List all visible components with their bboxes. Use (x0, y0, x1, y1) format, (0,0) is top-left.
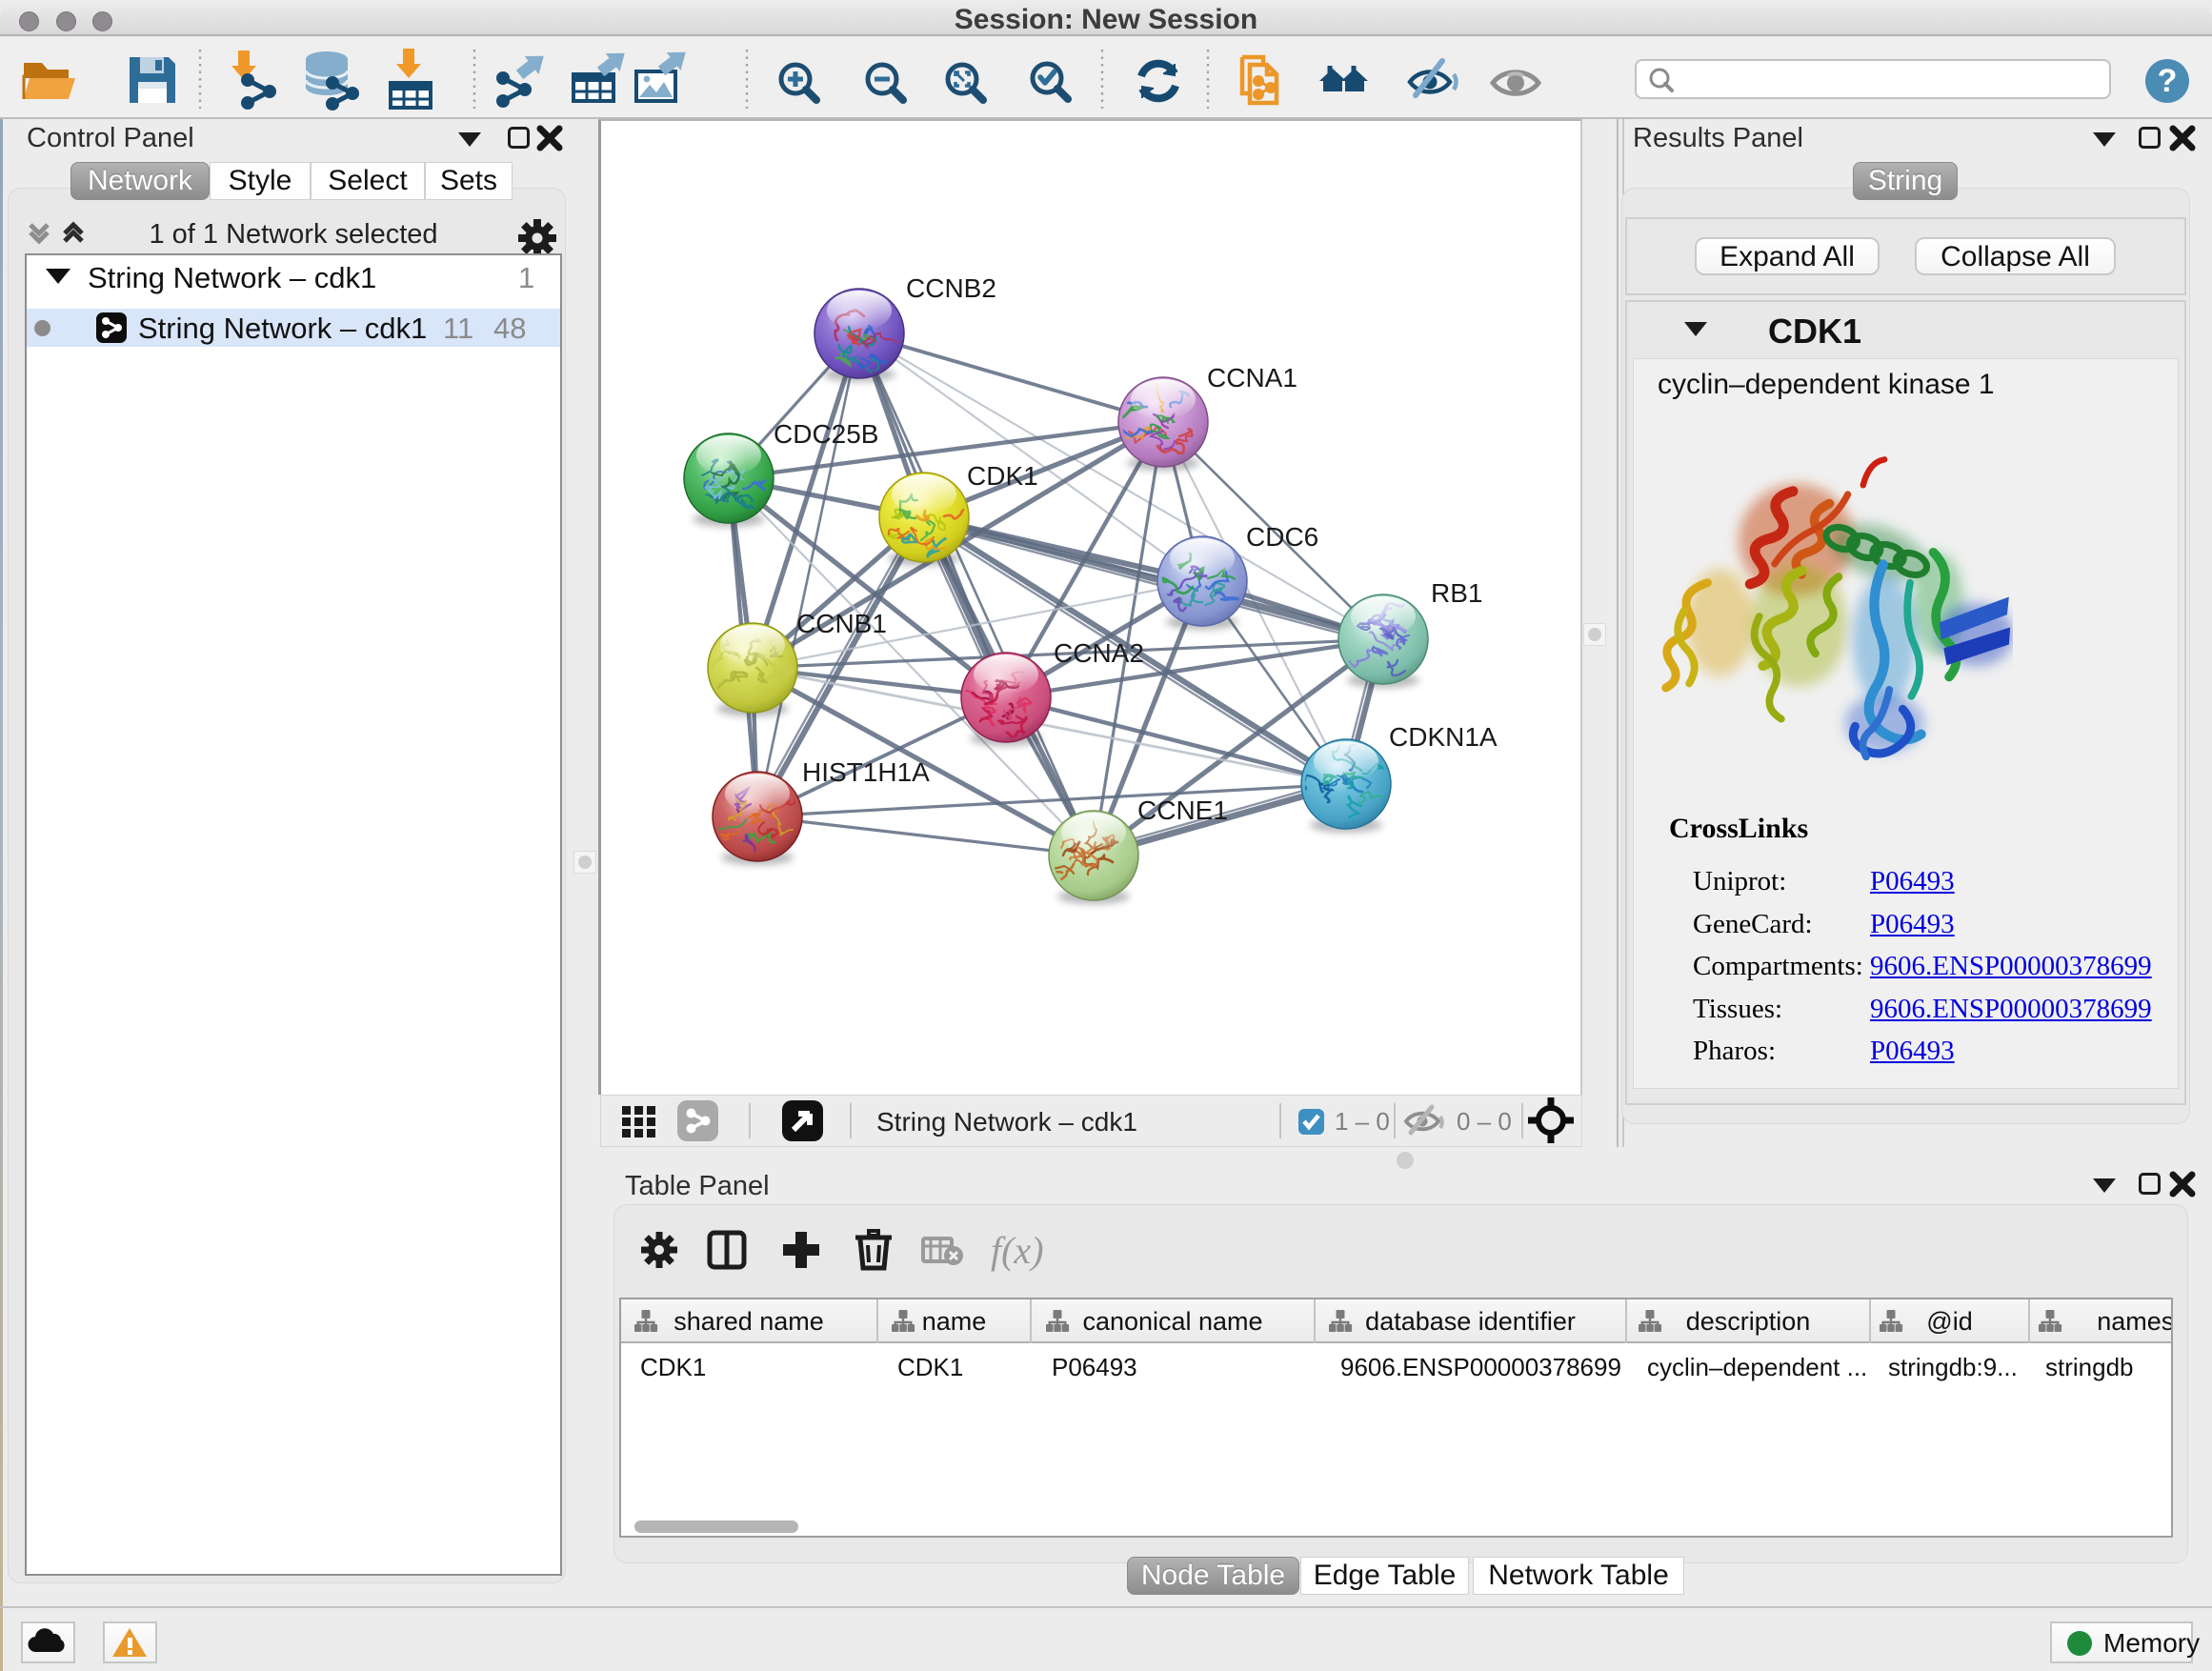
svg-text:HIST1H1A: HIST1H1A (802, 757, 930, 787)
svg-text:CDC25B: CDC25B (774, 419, 878, 449)
svg-text:CDKN1A: CDKN1A (1389, 722, 1498, 752)
svg-text:f(x): f(x) (991, 1229, 1044, 1272)
svg-text:CDK1: CDK1 (967, 461, 1038, 491)
svg-text:CDC6: CDC6 (1246, 522, 1318, 552)
svg-text:CCNB1: CCNB1 (796, 609, 887, 638)
svg-text:CCNA2: CCNA2 (1054, 638, 1144, 668)
svg-text:CCNB2: CCNB2 (906, 273, 996, 303)
svg-text:CCNE1: CCNE1 (1137, 795, 1228, 825)
svg-text:RB1: RB1 (1431, 578, 1482, 608)
svg-text:CCNA1: CCNA1 (1207, 363, 1297, 393)
svg-text:0 – 0: 0 – 0 (1457, 1107, 1512, 1136)
svg-text:1 – 0: 1 – 0 (1335, 1107, 1390, 1136)
svg-text:String Network – cdk1: String Network – cdk1 (876, 1107, 1137, 1137)
